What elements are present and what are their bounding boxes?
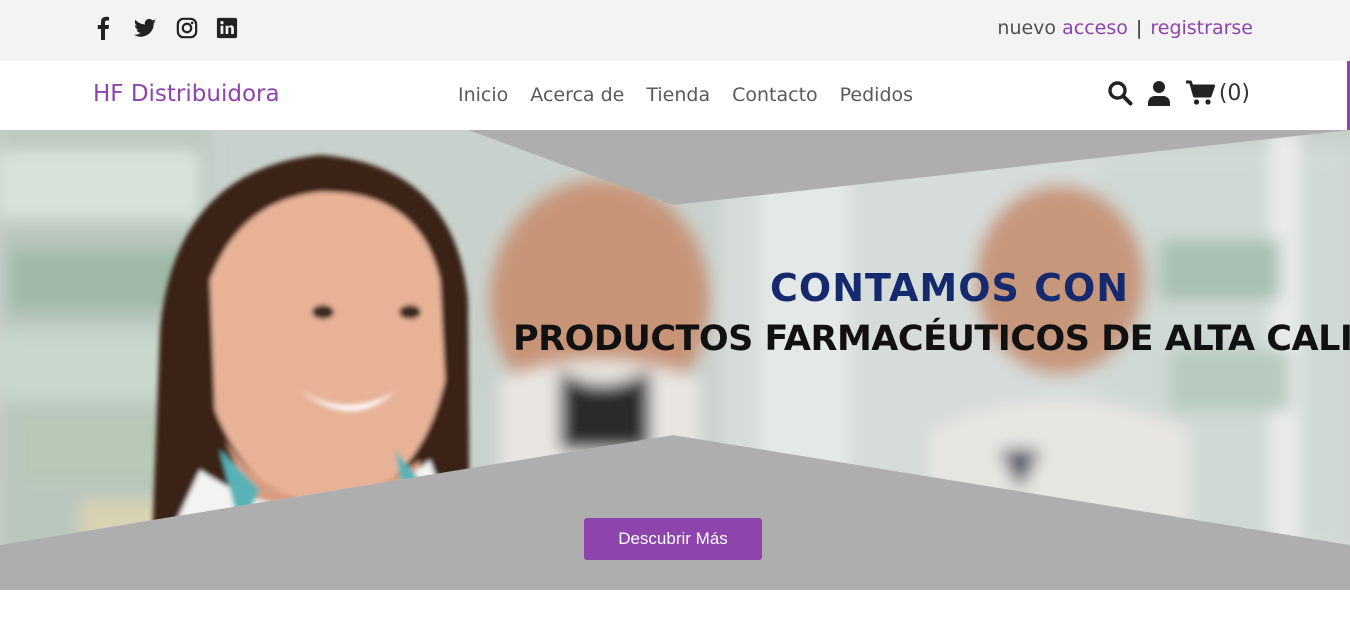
hero-banner: CONTAMOS CON PRODUCTOS FARMACÉUTICOS DE … [0,130,1350,590]
user-icon[interactable] [1147,80,1171,106]
nav-actions: (0) [1107,80,1250,106]
nav-link-contacto[interactable]: Contacto [732,84,818,106]
register-link[interactable]: registrarse [1150,17,1253,39]
top-bar: nuevo acceso | registrarse [0,0,1350,61]
cart-icon[interactable] [1185,80,1215,106]
login-link[interactable]: acceso [1062,17,1128,39]
brand-logo[interactable]: HF Distribuidora [93,81,280,107]
instagram-icon[interactable] [176,16,198,40]
nav-link-acerca-de[interactable]: Acerca de [530,84,624,106]
cart-count[interactable]: (0) [1219,81,1250,106]
hero-heading-line1: CONTAMOS CON [770,266,1130,310]
hero-heading-line2: PRODUCTOS FARMACÉUTICOS DE ALTA CALIDAD [513,319,1350,359]
main-menu: Inicio Acerca de Tienda Contacto Pedidos [458,84,913,106]
social-links [92,16,238,40]
nav-link-inicio[interactable]: Inicio [458,84,508,106]
main-navbar: HF Distribuidora Inicio Acerca de Tienda… [0,61,1350,130]
facebook-icon[interactable] [92,16,114,40]
discover-more-button[interactable]: Descubrir Más [584,518,762,560]
search-icon[interactable] [1107,80,1133,106]
auth-prefix: nuevo [997,17,1057,39]
auth-separator: | [1135,17,1143,39]
linkedin-icon[interactable] [216,16,238,40]
nav-link-tienda[interactable]: Tienda [646,84,710,106]
twitter-icon[interactable] [132,16,158,40]
auth-links: nuevo acceso | registrarse [997,17,1253,39]
nav-link-pedidos[interactable]: Pedidos [840,84,913,106]
